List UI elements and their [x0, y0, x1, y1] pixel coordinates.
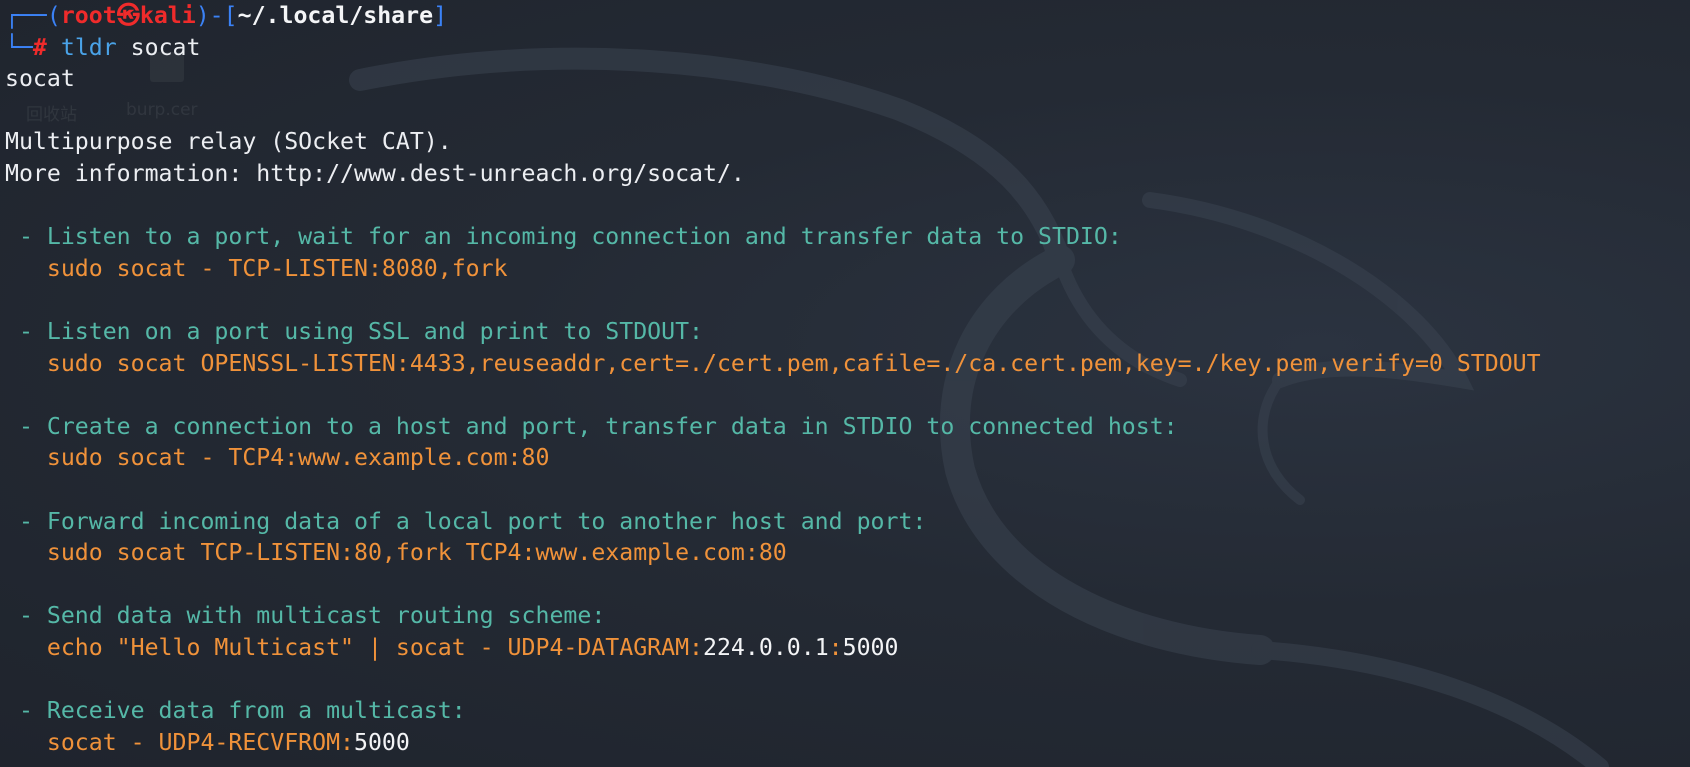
example-5-colon: : — [828, 633, 843, 661]
tldr-title: socat — [5, 65, 75, 93]
example-5-command: echo "Hello Multicast" | socat - UDP4-DA… — [5, 632, 1685, 664]
prompt-close-bracket: ] — [433, 2, 448, 29]
prompt-at-symbol: ㉿ — [116, 2, 140, 29]
example-6-command-text: socat - UDP4-RECVFROM: — [5, 728, 355, 756]
prompt-hash: # — [32, 33, 47, 61]
prompt-cwd: ~/.local/share — [237, 2, 434, 29]
example-3-command: sudo socat - TCP4:www.example.com:80 — [5, 444, 550, 472]
example-2-description: - Listen on a port using SSL and print t… — [5, 317, 704, 345]
prompt-corner-bottom: └─ — [5, 33, 33, 61]
example-2-command: sudo socat OPENSSL-LISTEN:4433,reuseaddr… — [5, 349, 1541, 377]
prompt-line-top: ┌──(root㉿kali)-[~/.local/share] — [5, 0, 1685, 32]
tldr-description: Multipurpose relay (SOcket CAT). — [5, 128, 452, 156]
prompt-corner-top: ┌──( — [5, 2, 61, 29]
example-1-description: - Listen to a port, wait for an incoming… — [5, 223, 1122, 251]
tldr-more-info: More information: http://www.dest-unreac… — [5, 159, 745, 187]
example-3-description: - Create a connection to a host and port… — [5, 412, 1178, 440]
prompt-user: root — [60, 2, 117, 29]
command-argument: socat — [130, 33, 201, 61]
example-5-address-value: 224.0.0.1 — [703, 633, 829, 661]
terminal-output[interactable]: ┌──(root㉿kali)-[~/.local/share] └─# tldr… — [5, 0, 1685, 758]
example-5-description: - Send data with multicast routing schem… — [5, 602, 606, 630]
example-5-port-value: 5000 — [842, 633, 899, 661]
example-4-command: sudo socat TCP-LISTEN:80,fork TCP4:www.e… — [5, 539, 787, 567]
prompt-separator: )-[ — [195, 2, 238, 29]
example-1-command: sudo socat - TCP-LISTEN:8080,fork — [5, 254, 508, 282]
prompt-line-command: └─# tldr socat — [5, 32, 1685, 64]
command-name: tldr — [60, 33, 117, 61]
prompt-host: kali — [139, 2, 196, 29]
example-6-command: socat - UDP4-RECVFROM:5000 — [5, 727, 1685, 759]
example-6-port-value: 5000 — [354, 728, 410, 756]
example-4-description: - Forward incoming data of a local port … — [5, 507, 927, 535]
example-6-description: - Receive data from a multicast: — [5, 697, 466, 725]
example-5-command-text: echo "Hello Multicast" | socat - UDP4-DA… — [5, 633, 704, 661]
